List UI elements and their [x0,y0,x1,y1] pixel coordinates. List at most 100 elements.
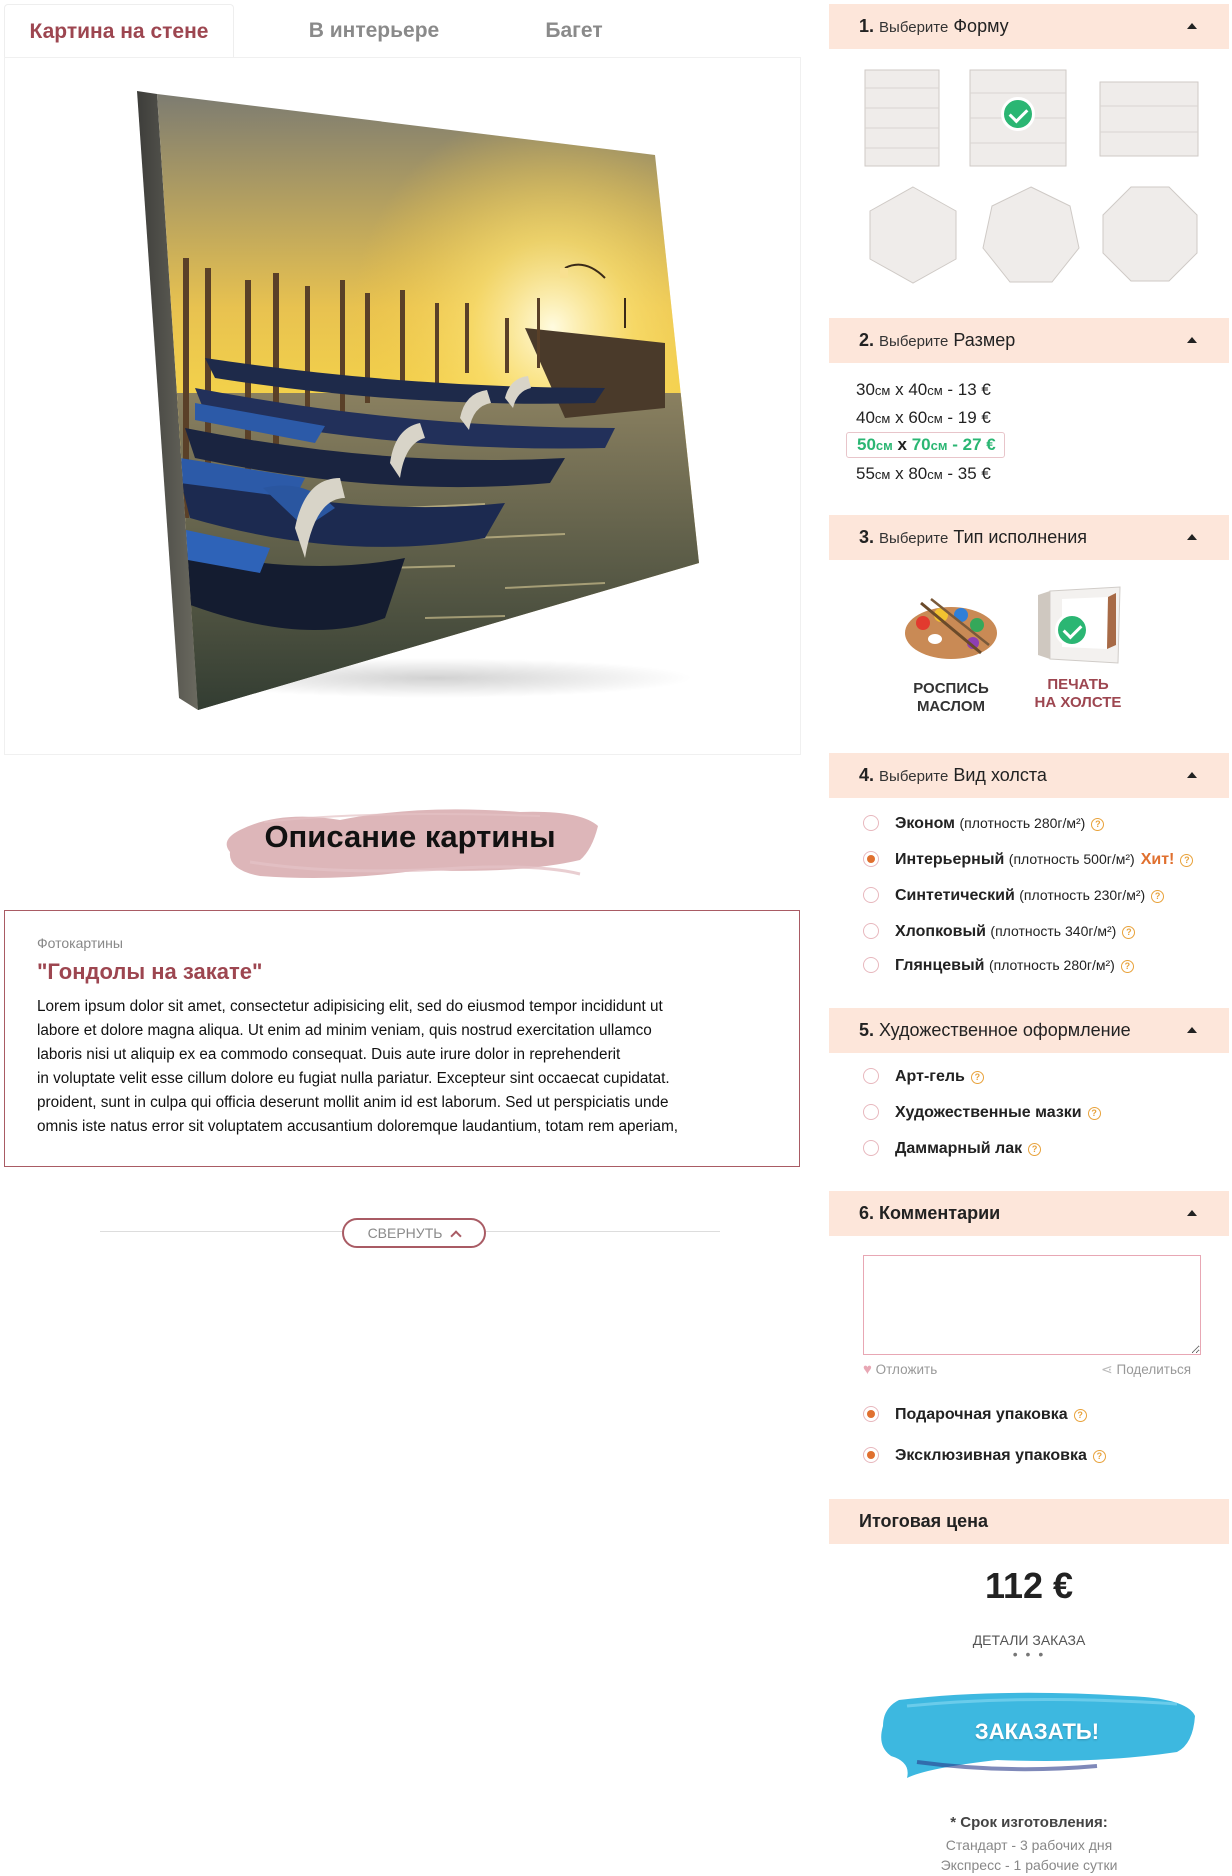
production-standard: Стандарт - 3 рабочих дня [945,1837,1113,1853]
size-option[interactable]: 30см x 40см - 13 € [856,380,991,400]
radio-button[interactable] [863,1068,879,1084]
share-link[interactable]: ⋖ Поделиться [1101,1361,1191,1378]
type-label-line: МАСЛОМ [916,698,986,715]
radio-button[interactable] [863,887,879,903]
radio-button[interactable] [863,1104,879,1120]
canvas-density: (плотность 230г/м²) [1019,887,1146,903]
art-option-label: Даммарный лак [895,1140,1023,1157]
type-oil-painting[interactable]: РОСПИСЬ МАСЛОМ [891,595,1011,716]
size-width: 40 [856,408,875,427]
radio-button[interactable] [863,815,879,831]
chevron-up-icon [450,1230,463,1242]
section-title: Художественное оформление [879,1020,1131,1040]
save-for-later-link[interactable]: ♥ Отложить [863,1361,937,1378]
more-dots-icon[interactable]: • • • [829,1646,1229,1662]
description-line: proident, sunt in culpa qui officia dese… [37,1094,669,1111]
canvas-option-econom[interactable]: Эконом (плотность 280г/м²)? [863,815,1105,833]
section-type-header[interactable]: 3. Выберите Тип исполнения [829,515,1229,560]
size-sep: x [895,464,904,483]
shape-hexagon[interactable] [868,185,958,285]
comment-input[interactable] [863,1255,1201,1355]
size-unit: см [927,411,943,426]
help-icon[interactable]: ? [1091,818,1105,831]
art-option-strokes[interactable]: Художественные мазки? [863,1104,1101,1122]
help-icon[interactable]: ? [1120,960,1134,973]
section-art-header[interactable]: 5. Художественное оформление [829,1008,1229,1053]
canvas-name: Хлопковый [895,923,986,940]
help-icon[interactable]: ? [1122,926,1136,939]
section-shape-header[interactable]: 1. Выберите Форму [829,4,1229,49]
order-button[interactable]: ЗАКАЗАТЬ! [877,1686,1197,1778]
section-prefix: Выберите [879,768,949,785]
radio-button-checked[interactable] [863,1447,879,1463]
size-unit: см [930,438,948,453]
art-option-label: Арт-гель [895,1068,965,1085]
description-banner: Описание картины [220,790,600,890]
radio-button[interactable] [863,923,879,939]
radio-button-checked[interactable] [863,1406,879,1422]
size-width: 30 [856,380,875,399]
canvas-option-interior[interactable]: Интерьерный (плотность 500г/м²) Хит!? [863,851,1194,869]
art-option-gel[interactable]: Арт-гель? [863,1068,984,1086]
section-title: Вид холста [953,765,1047,785]
size-width: 55 [856,464,875,483]
canvas-density: (плотность 280г/м²) [988,957,1115,973]
section-comment-header[interactable]: 6. Комментарии [829,1191,1229,1236]
collapse-button[interactable]: СВЕРНУТЬ [342,1218,486,1248]
description-heading: Описание картины [264,819,556,854]
help-icon[interactable]: ? [1073,1409,1087,1422]
help-icon[interactable]: ? [970,1071,984,1084]
shape-horizontal-rect[interactable] [1098,80,1200,158]
section-number: 2. [859,330,875,350]
help-icon[interactable]: ? [1092,1450,1106,1463]
caret-up-icon [1187,772,1197,778]
tab-wall[interactable]: Картина на стене [4,4,234,58]
size-height: 70 [911,435,931,454]
canvas-option-cotton[interactable]: Хлопковый (плотность 340г/м²)? [863,923,1136,941]
shape-octagon[interactable] [1101,185,1199,283]
section-size-header[interactable]: 2. Выберите Размер [829,318,1229,363]
size-unit: см [927,383,943,398]
help-icon[interactable]: ? [1087,1107,1101,1120]
tab-baguette[interactable]: Багет [504,4,644,58]
caret-up-icon [1187,1027,1197,1033]
heart-icon: ♥ [863,1361,872,1378]
canvas-density: (плотность 340г/м²) [990,923,1117,939]
painting-category: Фотокартины [37,935,123,951]
caret-up-icon [1187,1210,1197,1216]
size-option-selected[interactable]: 50см x 70см - 27 € [846,432,1005,458]
size-option[interactable]: 55см x 80см - 35 € [856,464,991,484]
shape-heptagon[interactable] [981,185,1081,285]
gift-packaging-option[interactable]: Подарочная упаковка? [863,1406,1087,1424]
section-number: 4. [859,765,875,785]
size-option[interactable]: 40см x 60см - 19 € [856,408,991,428]
size-unit: см [874,411,891,426]
caret-up-icon [1187,337,1197,343]
shape-vertical-rect[interactable] [863,68,941,168]
type-canvas-print[interactable]: ПЕЧАТЬ НА ХОЛСТЕ [1023,585,1133,712]
radio-button[interactable] [863,957,879,973]
section-canvas-header[interactable]: 4. Выберите Вид холста [829,753,1229,798]
order-sidebar: 1. Выберите Форму 2. Выберите Размер 30 с… [829,0,1232,1876]
canvas-name: Глянцевый [895,957,985,974]
help-icon[interactable]: ? [1151,890,1165,903]
canvas-option-glossy[interactable]: Глянцевый (плотность 280г/м²)? [863,957,1134,975]
size-sep: x [895,408,904,427]
share-icon: ⋖ [1101,1361,1113,1377]
section-prefix: Выберите [879,530,949,547]
selected-check-icon [1001,97,1035,131]
section-number: 6. [859,1203,875,1223]
radio-button-checked[interactable] [863,851,879,867]
canvas-density: (плотность 500г/м²) [1008,851,1135,867]
canvas-option-synthetic[interactable]: Синтетический (плотность 230г/м²)? [863,887,1165,905]
hit-badge: Хит! [1140,851,1175,868]
help-icon[interactable]: ? [1180,854,1194,867]
art-option-varnish[interactable]: Даммарный лак? [863,1140,1042,1158]
radio-button[interactable] [863,1140,879,1156]
type-label: ПЕЧАТЬ НА ХОЛСТЕ [1023,676,1133,712]
exclusive-packaging-option[interactable]: Эксклюзивная упаковка? [863,1447,1106,1465]
palette-icon [905,598,997,659]
tab-interior[interactable]: В интерьере [274,4,474,58]
help-icon[interactable]: ? [1028,1143,1042,1156]
canvas-density: (плотность 280г/м²) [959,815,1086,831]
